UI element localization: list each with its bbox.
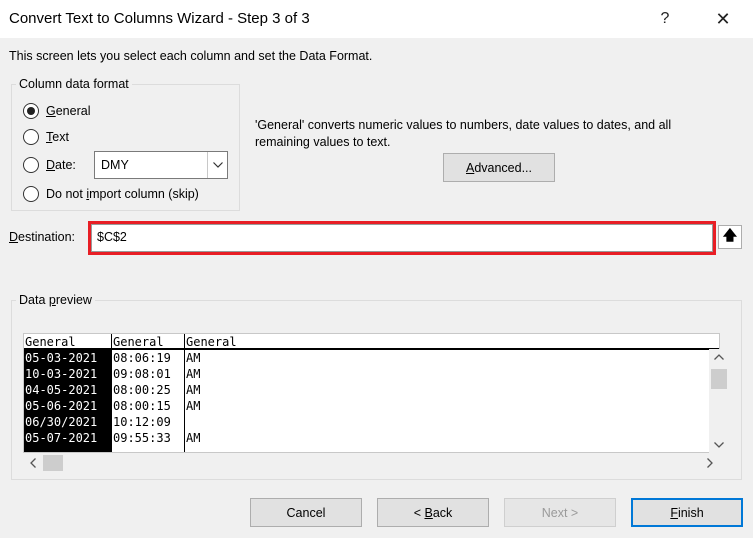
radio-circle[interactable]: [23, 186, 39, 202]
finish-button[interactable]: Finish: [631, 498, 743, 527]
preview-column-1[interactable]: General 05-03-2021 10-03-2021 04-05-2021…: [24, 334, 111, 452]
window-title: Convert Text to Columns Wizard - Step 3 …: [9, 10, 310, 27]
collapse-up-arrow-icon: 🡅: [722, 227, 738, 243]
radio-text-label: Text: [46, 130, 69, 144]
radio-circle[interactable]: [23, 157, 39, 173]
preview-column-2[interactable]: General 08:06:19 09:08:01 08:00:25 08:00…: [111, 334, 184, 452]
preview-cell: 10-03-2021: [25, 367, 98, 381]
preview-cell: 05-07-2021: [25, 431, 98, 445]
advanced-button[interactable]: Advanced...: [443, 153, 555, 182]
intro-text: This screen lets you select each column …: [9, 49, 373, 63]
close-icon: ✕: [715, 8, 731, 29]
preview-cell: 09:08:01: [113, 367, 171, 381]
preview-cell: 10:12:09: [113, 415, 171, 429]
format-description: 'General' converts numeric values to num…: [255, 118, 672, 149]
cancel-button[interactable]: Cancel: [250, 498, 362, 527]
radio-date-label: Date:: [46, 158, 76, 172]
radio-general-label: General: [46, 104, 91, 118]
preview-cell: AM: [186, 399, 201, 413]
preview-cell: AM: [186, 383, 201, 397]
chevron-left-icon[interactable]: [23, 453, 43, 473]
radio-selected-dot: [27, 107, 35, 115]
date-format-value: DMY: [101, 158, 129, 172]
radio-skip[interactable]: Do not import column (skip): [23, 186, 199, 202]
title-bar: Convert Text to Columns Wizard - Step 3 …: [0, 0, 753, 38]
preview-vertical-scrollbar[interactable]: [709, 349, 729, 453]
collapse-dialog-button[interactable]: 🡅: [718, 225, 742, 249]
preview-cell: AM: [186, 367, 201, 381]
preview-cell: 09:55:33: [113, 431, 171, 445]
preview-cell: 08:00:25: [113, 383, 171, 397]
chevron-right-icon[interactable]: [700, 453, 720, 473]
preview-cell: 05-06-2021: [25, 399, 98, 413]
preview-cell: 08:06:19: [113, 351, 171, 365]
chevron-up-icon[interactable]: [709, 349, 729, 365]
chevron-down-icon[interactable]: [709, 437, 729, 453]
column-data-format-legend: Column data format: [16, 77, 132, 91]
radio-date[interactable]: Date:: [23, 157, 76, 173]
advanced-button-label: Advanced...: [465, 160, 533, 175]
radio-text[interactable]: Text: [23, 129, 69, 145]
finish-button-label: Finish: [670, 505, 704, 520]
radio-circle[interactable]: [23, 129, 39, 145]
preview-cell: 05-03-2021: [25, 351, 98, 365]
preview-cell: 08:00:15: [113, 399, 171, 413]
preview-horizontal-scrollbar[interactable]: [23, 453, 720, 473]
chevron-down-icon[interactable]: [207, 152, 227, 178]
preview-column-header[interactable]: General: [112, 334, 184, 350]
preview-cell: 06/30/2021: [25, 415, 98, 429]
close-button[interactable]: ✕: [700, 4, 746, 34]
data-preview-legend: Data preview: [16, 293, 95, 307]
back-button[interactable]: < Back: [377, 498, 489, 527]
next-button: Next >: [504, 498, 616, 527]
radio-circle[interactable]: [23, 103, 39, 119]
preview-column-3[interactable]: General AM AM AM AM AM: [184, 334, 719, 452]
scroll-thumb[interactable]: [711, 369, 727, 389]
radio-general[interactable]: General: [23, 103, 90, 119]
help-button[interactable]: ?: [642, 4, 688, 34]
back-button-label: < Back: [413, 505, 453, 520]
help-icon: ?: [660, 10, 670, 27]
preview-cell: AM: [186, 431, 201, 445]
data-preview-group: Data preview General 05-03-2021 10-03-20…: [11, 293, 742, 480]
preview-cell: 04-05-2021: [25, 383, 98, 397]
preview-cell: AM: [186, 351, 201, 365]
scroll-thumb[interactable]: [43, 455, 63, 471]
destination-value: $C$2: [97, 230, 127, 244]
preview-column-header[interactable]: General: [24, 334, 111, 350]
radio-skip-label: Do not import column (skip): [46, 187, 199, 201]
destination-label: Destination:: [9, 230, 76, 244]
preview-cell: [185, 414, 719, 430]
cancel-button-label: Cancel: [286, 505, 326, 520]
column-data-format-group: Column data format General Text Date: DM…: [11, 77, 240, 211]
date-format-select[interactable]: DMY: [94, 151, 228, 179]
preview-column-header[interactable]: General: [185, 334, 719, 350]
next-button-label: Next >: [541, 505, 579, 520]
preview-grid[interactable]: General 05-03-2021 10-03-2021 04-05-2021…: [23, 333, 720, 453]
destination-input[interactable]: $C$2: [88, 221, 716, 255]
